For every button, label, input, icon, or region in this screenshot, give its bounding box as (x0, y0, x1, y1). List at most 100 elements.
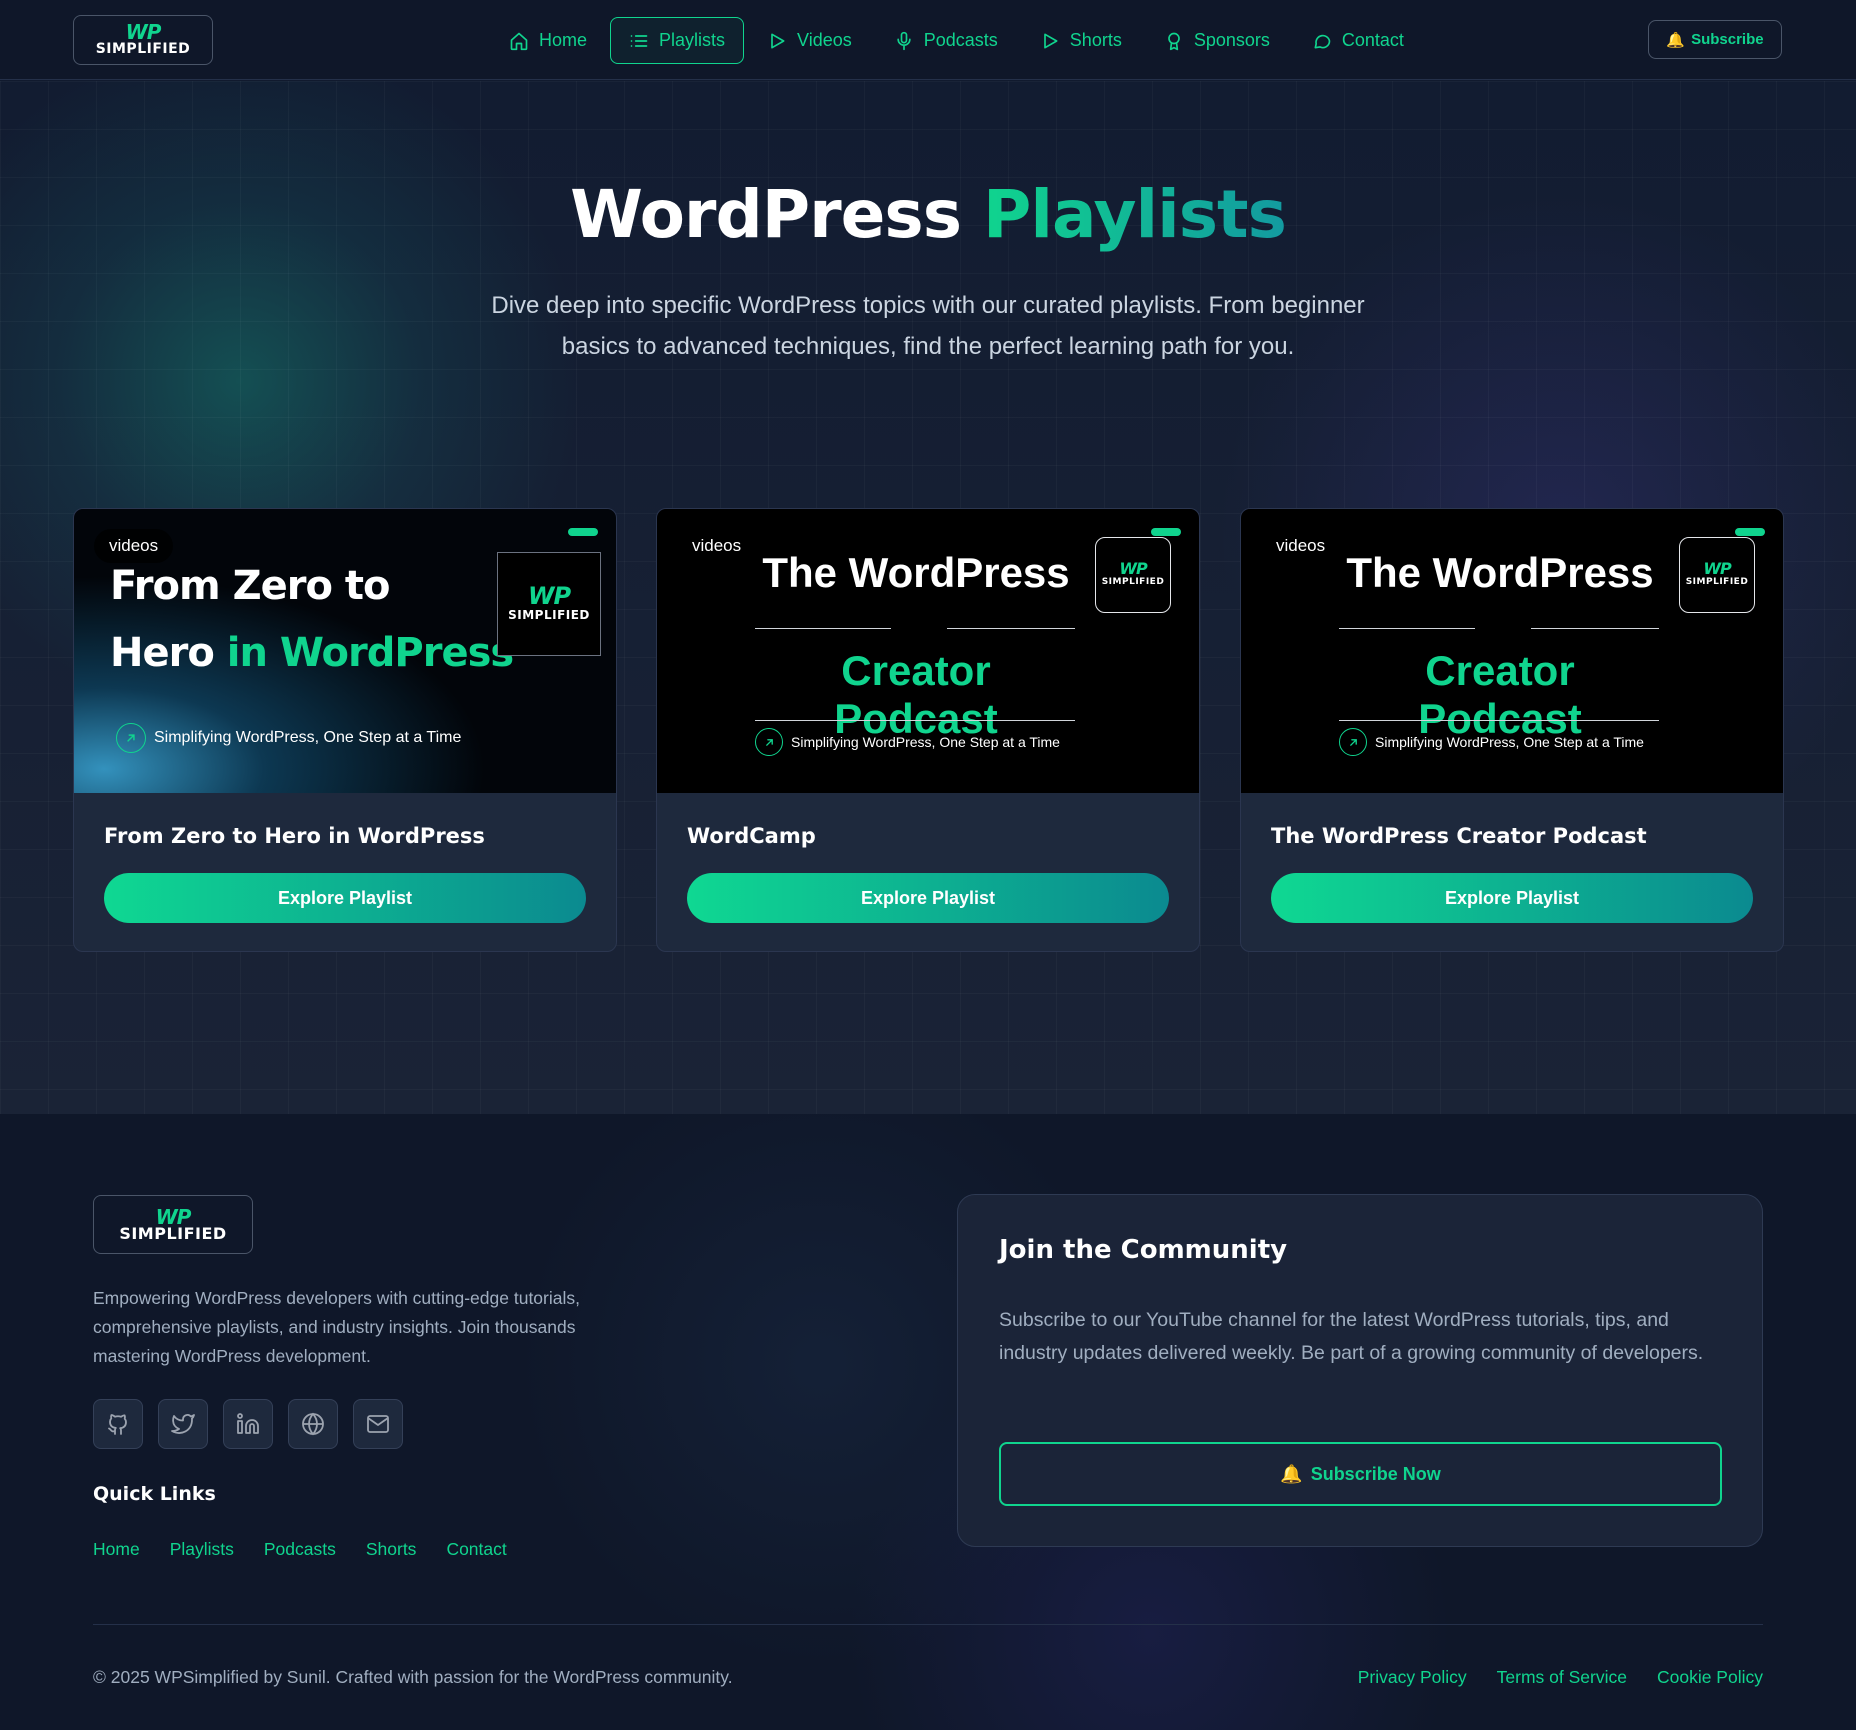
thumbnail-title: The WordPress (762, 549, 1070, 596)
explore-playlist-button[interactable]: Explore Playlist (687, 873, 1169, 923)
playlist-card: videos The WordPress Creator Podcast WP … (1240, 508, 1784, 952)
community-description: Subscribe to our YouTube channel for the… (999, 1309, 1704, 1364)
page-subtitle: Dive deep into specific WordPress topics… (491, 292, 1365, 360)
subscribe-now-button[interactable]: 🔔 Subscribe Now (999, 1442, 1722, 1506)
status-indicator (1151, 528, 1181, 536)
nav-label: Home (539, 30, 588, 50)
thumbnail-word-accent: in WordPress (226, 630, 514, 676)
thumbnail-line: Hero in WordPress (110, 620, 514, 687)
nav-label: Sponsors (1193, 30, 1270, 50)
linkedin-link[interactable] (223, 1399, 273, 1449)
quick-link-home[interactable]: Home (93, 1539, 140, 1560)
footer-logo[interactable]: WP SIMPLIFIED (93, 1195, 253, 1254)
bell-icon: 🔔 (1666, 31, 1686, 49)
media-type-badge: videos (692, 536, 742, 555)
quick-link-shorts[interactable]: Shorts (366, 1539, 417, 1560)
logo-mark: WP (125, 20, 162, 44)
tagline-text: Simplifying WordPress, One Step at a Tim… (1375, 734, 1644, 750)
thumbnail-logo: WP SIMPLIFIED (1095, 537, 1171, 613)
privacy-policy-link[interactable]: Privacy Policy (1358, 1667, 1467, 1688)
nav-item-sponsors[interactable]: Sponsors (1145, 17, 1289, 64)
home-icon (510, 32, 528, 50)
logo-mark: WP (155, 1204, 192, 1229)
quick-link-contact[interactable]: Contact (446, 1539, 506, 1560)
playlist-title: The WordPress Creator Podcast (1271, 824, 1647, 848)
site-logo[interactable]: WP SIMPLIFIED (73, 15, 213, 65)
thumbnail-logo: WP SIMPLIFIED (497, 552, 601, 656)
status-indicator (568, 528, 598, 536)
main-nav: Home Playlists Videos Podcasts Shorts Sp… (490, 17, 1427, 64)
nav-item-shorts[interactable]: Shorts (1021, 17, 1141, 64)
legal-links: Privacy Policy Terms of Service Cookie P… (1358, 1667, 1763, 1688)
playlist-title: From Zero to Hero in WordPress (104, 824, 485, 848)
nav-item-home[interactable]: Home (490, 17, 606, 64)
terms-of-service-link[interactable]: Terms of Service (1497, 1667, 1627, 1688)
bell-icon: 🔔 (1280, 1463, 1303, 1484)
arrow-up-right-icon (1339, 728, 1367, 756)
divider (947, 628, 1075, 629)
logo-mark: WP (527, 582, 571, 610)
nav-item-contact[interactable]: Contact (1293, 17, 1423, 64)
logo-text: SIMPLIFIED (1685, 577, 1749, 587)
playlist-card: videos The WordPress Creator Podcast WP … (656, 508, 1200, 952)
playlist-thumbnail[interactable]: videos The WordPress Creator Podcast WP … (1241, 509, 1783, 793)
nav-label: Playlists (659, 30, 726, 50)
mic-icon (897, 31, 911, 50)
thumbnail-tagline: Simplifying WordPress, One Step at a Tim… (755, 728, 1060, 756)
cookie-policy-link[interactable]: Cookie Policy (1657, 1667, 1763, 1688)
quick-links: Home Playlists Podcasts Shorts Contact (93, 1539, 507, 1560)
play-icon (771, 33, 785, 49)
globe-icon (302, 1412, 324, 1436)
title-main: WordPress (570, 176, 962, 253)
social-links (93, 1399, 403, 1449)
explore-playlist-button[interactable]: Explore Playlist (1271, 873, 1753, 923)
list-icon (630, 34, 648, 47)
logo-text: SIMPLIFIED (508, 608, 590, 622)
divider (1339, 720, 1659, 721)
twitter-link[interactable] (158, 1399, 208, 1449)
thumbnail-tagline: Simplifying WordPress, One Step at a Tim… (116, 723, 461, 753)
play-icon (1043, 33, 1058, 49)
footer-divider (93, 1624, 1763, 1625)
email-link[interactable] (353, 1399, 403, 1449)
github-link[interactable] (93, 1399, 143, 1449)
award-icon (1167, 32, 1180, 50)
subscribe-now-label: Subscribe Now (1310, 1463, 1441, 1484)
logo-text: SIMPLIFIED (95, 41, 191, 57)
subscribe-label: Subscribe (1691, 31, 1764, 48)
tagline-text: Simplifying WordPress, One Step at a Tim… (791, 734, 1060, 750)
quick-links-title: Quick Links (93, 1483, 216, 1505)
twitter-icon (171, 1414, 195, 1434)
logo-text: SIMPLIFIED (1101, 577, 1165, 587)
nav-label: Shorts (1069, 30, 1122, 50)
playlist-card: videos From Zero to Hero in WordPress WP… (73, 508, 617, 952)
community-title: Join the Community (999, 1235, 1288, 1265)
top-navbar: WP SIMPLIFIED Home Playlists Videos Podc… (0, 0, 1856, 80)
nav-item-podcasts[interactable]: Podcasts (875, 17, 1017, 64)
logo-mark: WP (1703, 559, 1731, 578)
tagline-text: Simplifying WordPress, One Step at a Tim… (154, 729, 462, 746)
page-title: WordPress Playlists (0, 176, 1856, 253)
explore-playlist-button[interactable]: Explore Playlist (104, 873, 586, 923)
logo-text: SIMPLIFIED (119, 1223, 227, 1243)
community-panel: Join the Community Subscribe to our YouT… (957, 1194, 1763, 1547)
arrow-up-right-icon (116, 723, 146, 753)
thumbnail-title: From Zero to Hero in WordPress (110, 553, 514, 687)
playlist-thumbnail[interactable]: videos The WordPress Creator Podcast WP … (657, 509, 1199, 793)
quick-link-podcasts[interactable]: Podcasts (264, 1539, 336, 1560)
media-type-badge: videos (1276, 536, 1326, 555)
subscribe-button[interactable]: 🔔 Subscribe (1648, 20, 1782, 59)
thumbnail-word: Hero (110, 630, 215, 676)
linkedin-icon (237, 1413, 259, 1434)
divider (755, 628, 891, 629)
website-link[interactable] (288, 1399, 338, 1449)
nav-item-playlists[interactable]: Playlists (610, 17, 745, 64)
playlist-thumbnail[interactable]: videos From Zero to Hero in WordPress WP… (74, 509, 616, 793)
hero-section: WordPress Playlists Dive deep into speci… (0, 81, 1856, 1114)
thumbnail-line: From Zero to (110, 563, 390, 609)
copyright-text: © 2025 WPSimplified by Sunil. Crafted wi… (93, 1667, 733, 1687)
nav-label: Podcasts (923, 30, 998, 50)
quick-link-playlists[interactable]: Playlists (170, 1539, 234, 1560)
nav-item-videos[interactable]: Videos (748, 17, 871, 64)
title-accent: Playlists (982, 176, 1287, 253)
